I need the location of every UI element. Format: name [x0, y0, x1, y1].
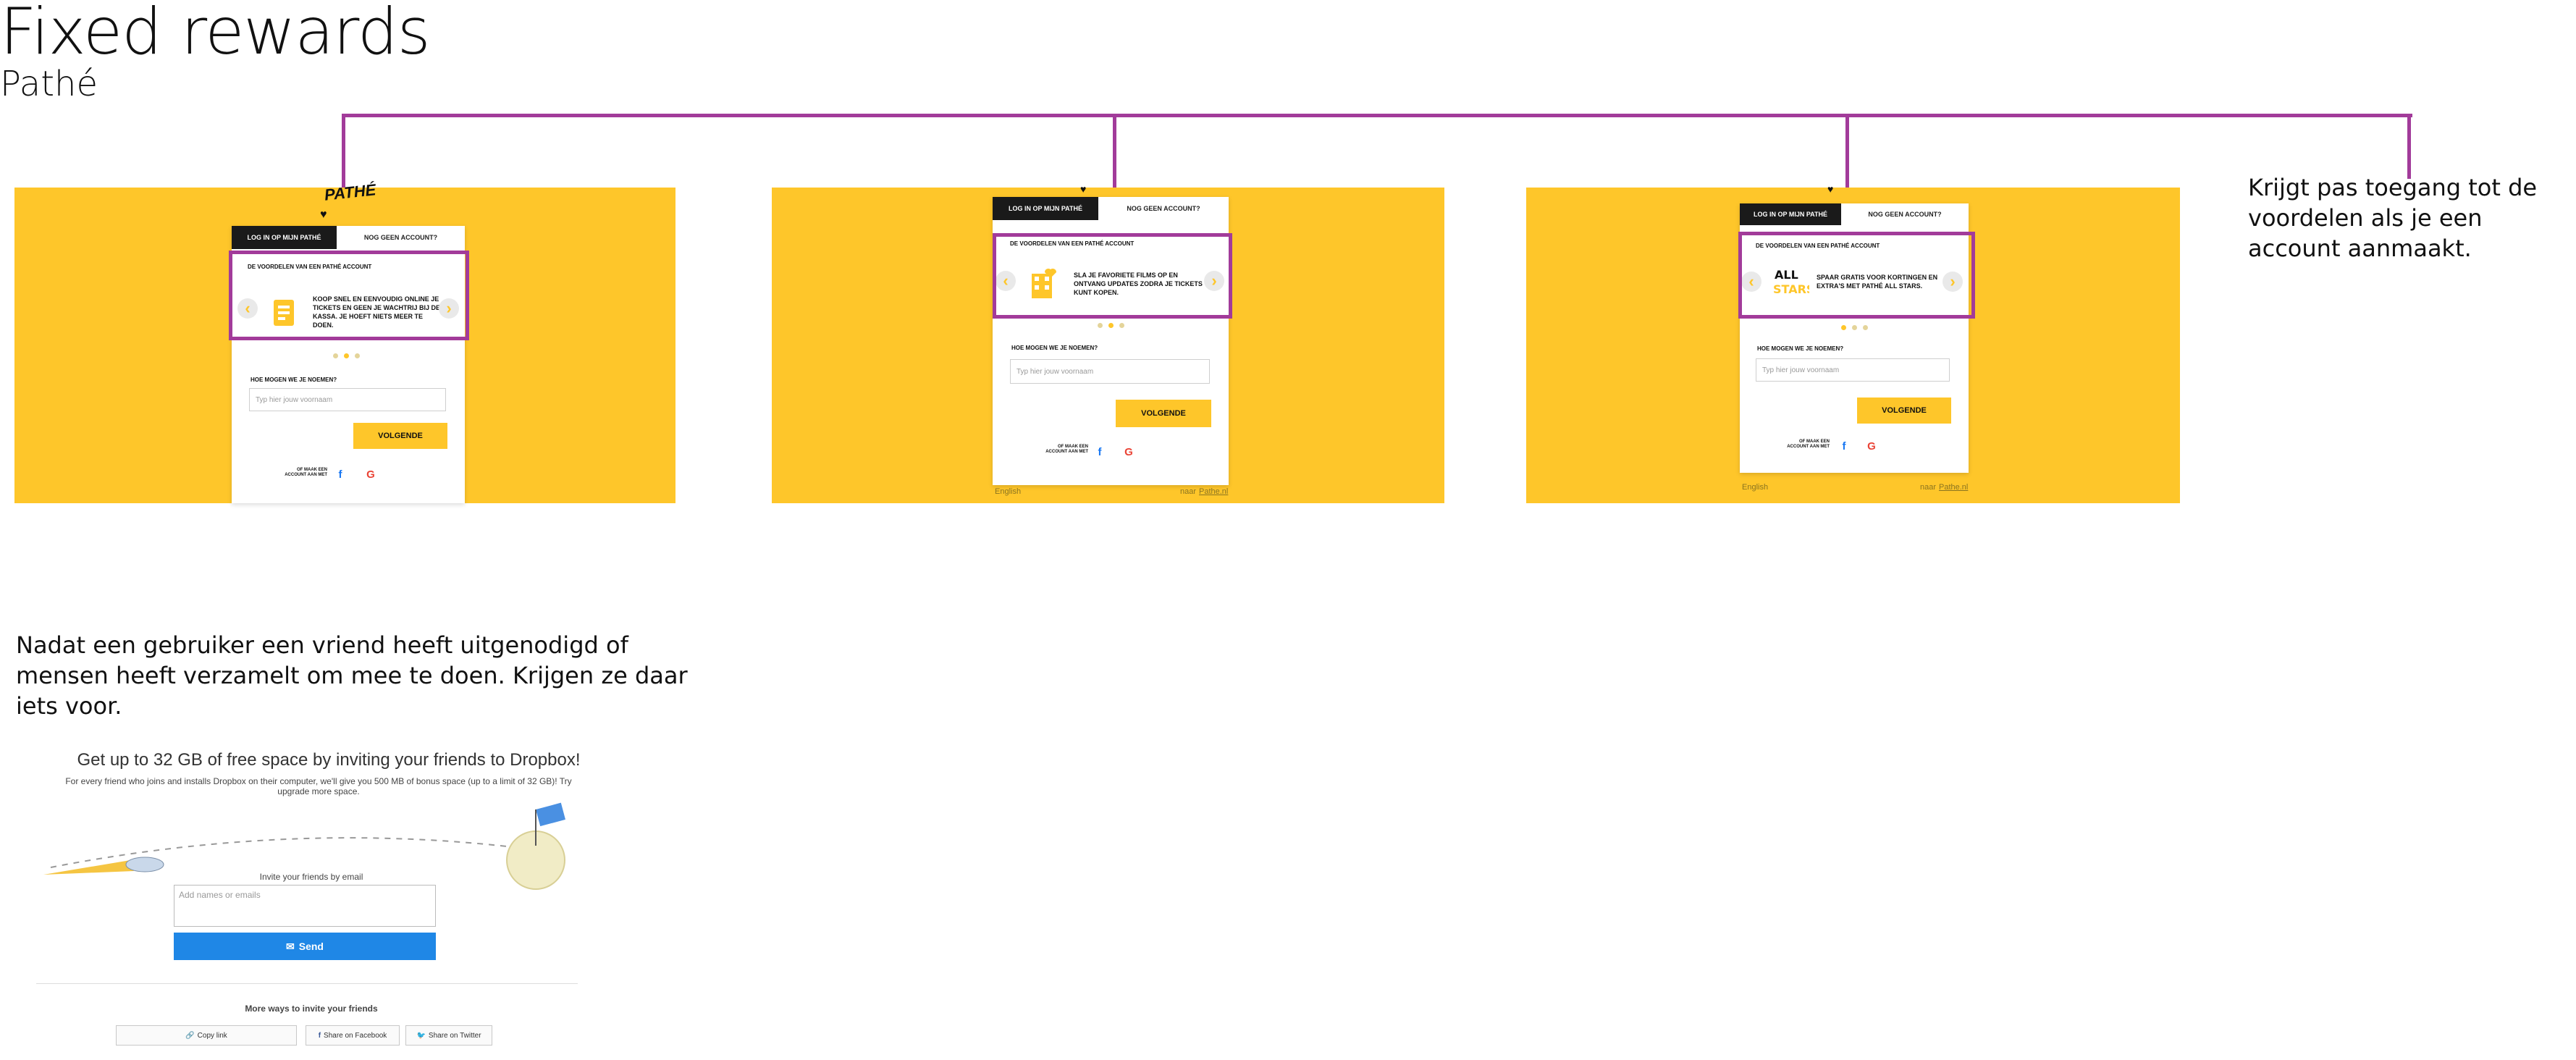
- footer-link-prefix: naar: [1180, 487, 1197, 496]
- dropbox-heading: Get up to 32 GB of free space by invitin…: [77, 750, 581, 770]
- tab-login[interactable]: Log in op mijn Pathé: [1740, 203, 1841, 225]
- social-signup-label: Of maak een account aan met: [1045, 445, 1088, 455]
- copy-link-button[interactable]: 🔗 Copy link: [116, 1025, 297, 1046]
- pathe-screen-1: PATHÉ ♥ Log in op mijn Pathé Nog geen ac…: [14, 180, 675, 503]
- mail-icon: ✉: [286, 940, 295, 952]
- pathe-logo: PATHÉ: [323, 180, 377, 204]
- tab-login[interactable]: Log in op mijn Pathé: [993, 197, 1098, 220]
- highlight-box-1: [229, 251, 469, 340]
- facebook-icon[interactable]: f: [1837, 439, 1851, 453]
- tab-login[interactable]: Log in op mijn Pathé: [232, 226, 337, 249]
- connector-horizontal-line: [342, 114, 2412, 117]
- heart-icon: ♥: [320, 209, 327, 221]
- google-icon[interactable]: G: [1864, 439, 1879, 453]
- language-link[interactable]: English: [995, 487, 1021, 496]
- pathe-site-link[interactable]: Pathe.nl: [1939, 483, 1968, 492]
- dropbox-invite-screen: Get up to 32 GB of free space by invitin…: [29, 739, 594, 1057]
- facebook-icon: f: [318, 1031, 321, 1040]
- divider: [36, 983, 578, 984]
- facebook-icon[interactable]: f: [1093, 445, 1107, 459]
- page-title: Fixed rewards: [0, 0, 431, 69]
- copy-link-label: Copy link: [197, 1031, 227, 1040]
- share-twitter-label: Share on Twitter: [428, 1031, 481, 1040]
- invite-email-input[interactable]: Add names or emails: [174, 885, 436, 927]
- invite-label: Invite your friends by email: [259, 872, 363, 882]
- twitter-icon: 🐦: [416, 1031, 426, 1040]
- more-ways-label: More ways to invite your friends: [245, 1004, 378, 1014]
- send-button-label: Send: [298, 941, 324, 952]
- heart-icon: ♥: [1827, 183, 1834, 195]
- next-button[interactable]: Volgende: [1116, 400, 1211, 427]
- pathe-site-link[interactable]: Pathe.nl: [1199, 487, 1228, 496]
- name-label: Hoe mogen we je noemen?: [251, 377, 337, 383]
- language-link[interactable]: English: [1742, 483, 1768, 492]
- link-icon: 🔗: [185, 1031, 195, 1040]
- send-button[interactable]: ✉ Send: [174, 933, 436, 960]
- share-twitter-button[interactable]: 🐦 Share on Twitter: [405, 1025, 492, 1046]
- dropbox-subtext: For every friend who joins and installs …: [65, 776, 572, 796]
- social-signup-label: Of maak een account aan met: [285, 468, 327, 478]
- note-bottom-left: Nadat een gebruiker een vriend heeft uit…: [16, 631, 688, 720]
- next-button[interactable]: Volgende: [353, 423, 447, 449]
- footer-link-prefix: naar: [1920, 483, 1937, 492]
- highlight-box-3: [1738, 232, 1975, 319]
- google-icon[interactable]: G: [1121, 445, 1136, 459]
- carousel-dots: [1098, 323, 1124, 328]
- tab-no-account[interactable]: Nog geen account?: [1841, 203, 1969, 225]
- note-top-right: Krijgt pas toegang tot de voordelen als …: [2248, 174, 2538, 263]
- highlight-box-2: [993, 233, 1232, 319]
- share-facebook-label: Share on Facebook: [324, 1031, 387, 1040]
- social-signup-label: Of maak een account aan met: [1787, 439, 1830, 450]
- connector-drop-note: [2407, 114, 2411, 179]
- rocket-illustration: [43, 802, 565, 890]
- page-subtitle: Pathé: [0, 64, 98, 104]
- first-name-input[interactable]: Typ hier jouw voornaam: [1756, 358, 1950, 382]
- heart-icon: ♥: [1080, 183, 1087, 195]
- name-label: Hoe mogen we je noemen?: [1011, 345, 1098, 351]
- apple-icon[interactable]: [392, 467, 407, 481]
- google-icon[interactable]: G: [363, 467, 378, 481]
- next-button[interactable]: Volgende: [1857, 398, 1951, 424]
- carousel-dots: [1841, 325, 1868, 330]
- first-name-input[interactable]: Typ hier jouw voornaam: [249, 388, 446, 411]
- tab-no-account[interactable]: Nog geen account?: [1098, 197, 1229, 220]
- tab-no-account[interactable]: Nog geen account?: [337, 226, 465, 249]
- first-name-input[interactable]: Typ hier jouw voornaam: [1010, 359, 1210, 384]
- carousel-dots: [333, 353, 360, 358]
- share-facebook-button[interactable]: f Share on Facebook: [306, 1025, 400, 1046]
- apple-icon[interactable]: [1150, 445, 1165, 459]
- facebook-icon[interactable]: f: [333, 467, 348, 481]
- name-label: Hoe mogen we je noemen?: [1757, 345, 1844, 352]
- apple-icon[interactable]: [1892, 439, 1906, 453]
